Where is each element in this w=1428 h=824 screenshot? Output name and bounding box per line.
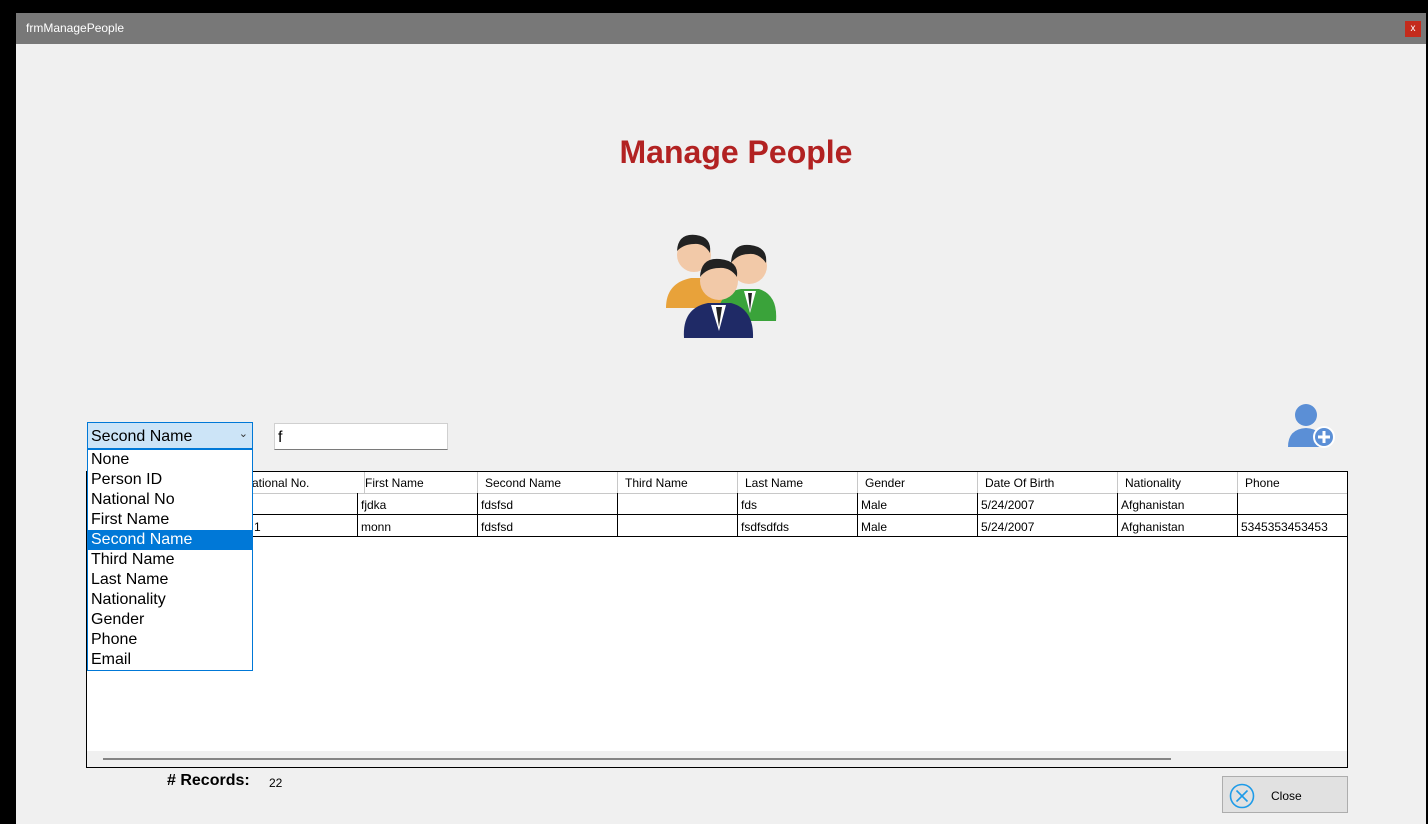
horizontal-scrollbar[interactable] xyxy=(87,751,1347,767)
filter-by-combobox[interactable]: Second Name ⌄ xyxy=(87,422,253,449)
page-title: Manage People xyxy=(619,134,853,170)
column-header[interactable]: Gender xyxy=(858,472,978,493)
close-circle-icon xyxy=(1229,783,1255,809)
column-header[interactable]: Second Name xyxy=(478,472,618,493)
records-count: 22 xyxy=(269,776,283,790)
window-close-button[interactable]: x xyxy=(1405,21,1421,37)
dropdown-option[interactable]: National No xyxy=(88,490,252,510)
dropdown-option[interactable]: None xyxy=(88,450,252,470)
close-button[interactable]: Close xyxy=(1222,776,1348,813)
dropdown-option[interactable]: Person ID xyxy=(88,470,252,490)
row-national-no: 1 xyxy=(254,520,261,534)
dropdown-option[interactable]: First Name xyxy=(88,510,252,530)
table-cell: fsdfsdfds xyxy=(738,515,858,537)
table-cell: 5/24/2007 xyxy=(978,493,1118,515)
dropdown-option[interactable]: Nationality xyxy=(88,590,252,610)
table-cell: 5345353453453 xyxy=(1241,520,1328,534)
chevron-down-icon: ⌄ xyxy=(238,428,248,440)
table-row[interactable]: fjdka fdsfsd fds Male 5/24/2007 Afghanis… xyxy=(87,493,1347,515)
column-header[interactable]: Nationality xyxy=(1118,472,1238,493)
column-header[interactable]: Phone xyxy=(1238,472,1347,493)
window-title: frmManagePeople xyxy=(26,21,125,35)
filter-dropdown-list[interactable]: None Person ID National No First Name Se… xyxy=(87,449,253,671)
table-cell: 5/24/2007 xyxy=(978,515,1118,537)
table-cell xyxy=(618,515,738,537)
table-cell: Male xyxy=(858,493,978,515)
table-row[interactable]: 1 monn fdsfsd fsdfsdfds Male 5/24/2007 A… xyxy=(87,515,1347,537)
column-header[interactable]: Third Name xyxy=(618,472,738,493)
table-cell xyxy=(618,493,738,515)
people-grid[interactable]: ational No. First Name Second Name Third… xyxy=(86,471,1348,768)
table-cell: fdsfsd xyxy=(478,493,618,515)
main-window: frmManagePeople x Manage People Second N… xyxy=(16,13,1426,824)
dropdown-option[interactable]: Third Name xyxy=(88,550,252,570)
table-cell: fjdka xyxy=(358,493,478,515)
dropdown-option[interactable]: Phone xyxy=(88,630,252,650)
title-bar[interactable]: frmManagePeople x xyxy=(16,13,1426,44)
column-header[interactable]: First Name xyxy=(358,472,478,493)
column-header[interactable]: Last Name xyxy=(738,472,858,493)
table-cell: Afghanistan xyxy=(1118,515,1238,537)
grid-header-row: ational No. First Name Second Name Third… xyxy=(87,472,1347,494)
filter-selected-value: Second Name xyxy=(91,428,193,445)
scrollbar-thumb[interactable] xyxy=(103,758,1171,760)
add-person-icon[interactable] xyxy=(1284,401,1338,451)
filter-value-input[interactable]: f xyxy=(274,423,448,450)
people-group-icon xyxy=(666,234,777,338)
column-header[interactable]: ational No. xyxy=(245,472,365,493)
table-cell: Male xyxy=(858,515,978,537)
table-cell xyxy=(1238,493,1347,515)
column-header[interactable]: Date Of Birth xyxy=(978,472,1118,493)
table-cell: fdsfsd xyxy=(478,515,618,537)
table-cell: fds xyxy=(738,493,858,515)
table-cell: Afghanistan xyxy=(1118,493,1238,515)
dropdown-option-selected[interactable]: Second Name xyxy=(88,530,252,550)
records-label: # Records: xyxy=(167,772,250,789)
dropdown-option[interactable]: Gender xyxy=(88,610,252,630)
table-cell: monn xyxy=(358,515,478,537)
dropdown-option[interactable]: Email xyxy=(88,650,252,670)
close-button-label: Close xyxy=(1271,789,1302,803)
dropdown-option[interactable]: Last Name xyxy=(88,570,252,590)
